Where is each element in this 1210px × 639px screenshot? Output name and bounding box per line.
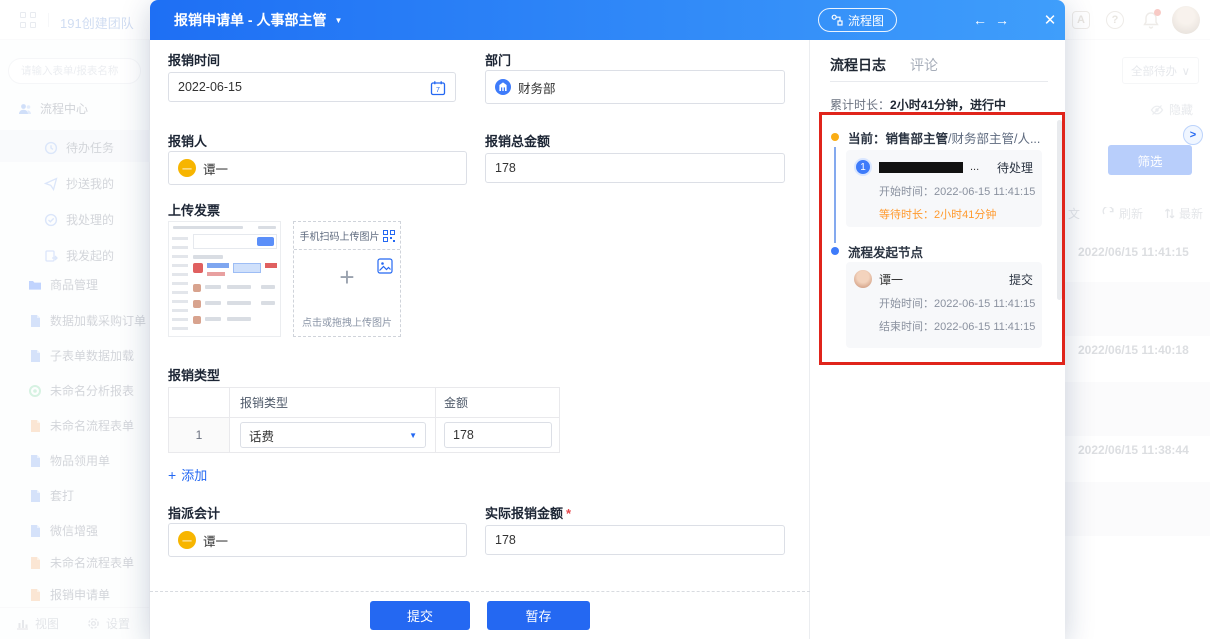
scan-upload-row[interactable]: 手机扫码上传图片 <box>294 222 400 250</box>
applicant-avatar: 一 <box>178 159 196 177</box>
process-log-panel: 流程日志 评论 累计时长：2小时41分钟，进行中 当前：销售部主管/财务部主管/… <box>811 40 1065 639</box>
accountant-field[interactable]: 一 谭一 <box>168 523 467 557</box>
nav-forward-button[interactable]: → <box>995 12 1009 28</box>
expand-chevron-button[interactable]: > <box>1183 125 1203 145</box>
start-node-card: 谭一 提交 开始时间：2022-06-15 11:41:15 结束时间：2022… <box>846 262 1042 348</box>
screen: 191创建团队 A ? 流程中心 待办任务 抄送我的 我处理的 我发 <box>0 0 1210 639</box>
plus-icon: + <box>168 467 176 483</box>
department-field[interactable]: 财务部 <box>485 70 785 104</box>
redacted-name-bar <box>879 162 963 173</box>
required-mark: * <box>566 506 571 521</box>
initiator-name: 谭一 <box>879 271 903 288</box>
close-button[interactable]: ✕ <box>1036 0 1064 40</box>
actual-amount-input[interactable]: 178 <box>485 525 785 555</box>
tabs-divider <box>830 81 1048 82</box>
plus-icon: + <box>294 264 400 290</box>
assignee-avatar: 1 <box>854 158 872 176</box>
expense-type-table: 报销类型 金额 1 话费 ▼ 178 <box>168 387 560 453</box>
initiator-avatar <box>854 270 872 288</box>
name-ellipsis: ... <box>970 161 979 173</box>
accountant-label: 指派会计 <box>168 503 220 522</box>
department-icon <box>495 79 511 95</box>
current-node-dot <box>831 133 839 141</box>
nav-back-button[interactable]: ← <box>973 12 987 28</box>
timeline-line <box>834 147 836 243</box>
total-amount-label: 报销总金额 <box>485 131 550 150</box>
form-footer-divider <box>150 591 810 592</box>
expense-type-label: 报销类型 <box>168 365 220 384</box>
tab-process-log[interactable]: 流程日志 <box>830 55 886 75</box>
elapsed-summary: 累计时长：2小时41分钟，进行中 <box>830 96 1006 113</box>
current-node-title: 当前：销售部主管/财务部主管/人... <box>848 128 1040 147</box>
table-row: 1 话费 ▼ 178 <box>169 418 559 452</box>
invoice-thumbnail[interactable] <box>168 221 281 337</box>
wait-duration: 等待时长：2小时41分钟 <box>879 206 1033 222</box>
scrollbar-thumb[interactable] <box>1057 120 1062 300</box>
expense-time-label: 报销时间 <box>168 50 220 69</box>
save-draft-button[interactable]: 暂存 <box>487 601 590 630</box>
upload-dropzone[interactable]: 手机扫码上传图片 + 点击或拖拽上传图片 <box>293 221 401 337</box>
start-time: 开始时间：2022-06-15 11:41:15 <box>879 183 1033 199</box>
modal-title[interactable]: 报销申请单 - 人事部主管 ▼ <box>174 10 342 30</box>
row-amount-input[interactable]: 178 <box>444 422 552 448</box>
chevron-down-icon: ▼ <box>409 431 417 440</box>
start-time: 开始时间：2022-06-15 11:41:15 <box>879 295 1033 311</box>
current-node-card: 1 ... 待处理 开始时间：2022-06-15 11:41:15 等待时长：… <box>846 150 1042 227</box>
upload-invoice-label: 上传发票 <box>168 200 220 219</box>
form-area: 报销时间 2022-06-15 7 部门 财务部 报销人 一 谭一 报销总金额 … <box>150 40 810 639</box>
status-pending: 待处理 <box>997 159 1033 176</box>
modal-header: 报销申请单 - 人事部主管 ▼ 流程图 ← → ✕ <box>150 0 1065 40</box>
qr-code-icon <box>383 230 395 242</box>
start-node-dot <box>831 247 839 255</box>
col-header-amount: 金额 <box>435 388 559 417</box>
accountant-avatar: 一 <box>178 531 196 549</box>
calendar-icon[interactable]: 7 <box>430 80 446 96</box>
expense-time-input[interactable]: 2022-06-15 7 <box>168 72 456 102</box>
add-row-button[interactable]: + 添加 <box>168 465 207 484</box>
status-submitted: 提交 <box>1009 271 1033 288</box>
col-header-type: 报销类型 <box>229 388 435 417</box>
expense-form-modal: 报销申请单 - 人事部主管 ▼ 流程图 ← → ✕ 报销时间 2022-06-1… <box>150 0 1065 639</box>
actual-amount-label: 实际报销金额* <box>485 503 571 522</box>
end-time: 结束时间：2022-06-15 11:41:15 <box>879 318 1033 334</box>
flowchart-button[interactable]: 流程图 <box>818 8 897 32</box>
expense-type-select[interactable]: 话费 ▼ <box>240 422 426 448</box>
department-label: 部门 <box>485 50 511 69</box>
flowchart-icon <box>831 14 843 26</box>
start-node-title: 流程发起节点 <box>848 242 923 261</box>
applicant-field[interactable]: 一 谭一 <box>168 151 467 185</box>
chevron-down-icon: ▼ <box>334 16 342 25</box>
total-amount-input[interactable]: 178 <box>485 153 785 183</box>
table-header-row: 报销类型 金额 <box>169 388 559 418</box>
row-index: 1 <box>169 418 229 452</box>
tab-comments[interactable]: 评论 <box>910 55 938 75</box>
svg-text:7: 7 <box>436 87 440 94</box>
drag-upload-hint: 点击或拖拽上传图片 <box>294 314 400 329</box>
submit-button[interactable]: 提交 <box>370 601 470 630</box>
applicant-label: 报销人 <box>168 131 207 150</box>
